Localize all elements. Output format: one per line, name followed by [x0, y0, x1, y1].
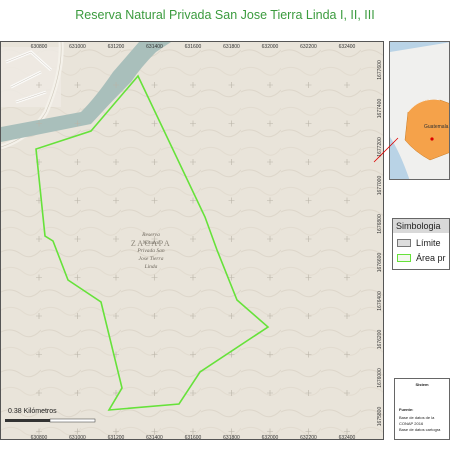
x-tick-label-top: 632200	[300, 44, 317, 50]
x-tick-label-bottom: 632400	[339, 435, 356, 440]
x-tick-label-bottom: 631200	[108, 435, 125, 440]
x-tick-label-top: 631000	[69, 44, 86, 50]
x-tick-label-top: 631400	[146, 44, 163, 50]
map-canvas: ZACAPA ReservaNaturalPrivada SanJose Tie…	[1, 42, 383, 440]
legend-label-limite: Límite	[416, 238, 441, 248]
legend-title: Simbologia	[393, 219, 449, 233]
x-tick-label-top: 632400	[339, 44, 356, 50]
inset-country-label: Guatemala	[424, 124, 449, 130]
legend-swatch-area	[397, 254, 411, 262]
sources-line-1: Base de datos de la	[399, 415, 435, 420]
x-tick-label-top: 631800	[223, 44, 240, 50]
y-tick-label-right: 1676200	[377, 330, 383, 350]
main-map[interactable]: ZACAPA Reserva Natural Privada San Jose Tie…	[0, 41, 384, 440]
x-tick-label-bottom: 631800	[223, 435, 240, 440]
x-tick-label-bottom: 631600	[185, 435, 202, 440]
location-marker	[430, 137, 434, 141]
x-tick-label-top: 631200	[108, 44, 125, 50]
y-tick-label-right: 1677600	[377, 60, 383, 80]
y-tick-label-right: 1676600	[377, 253, 383, 273]
y-tick-label-right: 1677000	[377, 176, 383, 196]
legend-item-limite: Límite	[397, 238, 441, 248]
x-tick-label-bottom: 632000	[262, 435, 279, 440]
sources-label: Fuente:	[399, 407, 414, 412]
legend: Simbologia Límite Área pr	[392, 218, 450, 270]
sources-line-2: CONAP 2016	[399, 421, 424, 426]
reserve-label-line: Linda	[144, 264, 158, 270]
x-tick-label-top: 632000	[262, 44, 279, 50]
sources-box: Sistem Fuente: Base de datos de la CONAP…	[394, 378, 450, 440]
x-tick-label-top: 630800	[31, 44, 48, 50]
x-tick-label-bottom: 630800	[31, 435, 48, 440]
y-tick-label-right: 1676800	[377, 214, 383, 234]
x-tick-label-bottom: 632200	[300, 435, 317, 440]
x-tick-label-top: 631600	[185, 44, 202, 50]
x-tick-label-bottom: 631400	[146, 435, 163, 440]
reserve-label-line: Privada San	[136, 248, 165, 254]
inset-leader-line	[373, 137, 399, 163]
map-title: Reserva Natural Privada San Jose Tierra …	[75, 8, 375, 22]
scale-label: 0.38 Kilómetros	[8, 408, 57, 415]
legend-swatch-limite	[397, 239, 411, 247]
reserve-label-line: Natural	[141, 240, 160, 246]
legend-label-area: Área pr	[416, 253, 446, 263]
y-tick-label-right: 1676400	[377, 291, 383, 311]
legend-item-area: Área pr	[397, 253, 446, 263]
y-tick-label-right: 1675800	[377, 407, 383, 427]
x-tick-label-bottom: 631000	[69, 435, 86, 440]
reserve-label-line: Jose Tierra	[139, 256, 164, 262]
y-tick-label-right: 1676000	[377, 368, 383, 388]
reserve-label-line: Reserva	[141, 232, 160, 238]
sources-heading: Sistem	[415, 382, 429, 387]
scale-bar	[5, 418, 96, 423]
sources-line-3: Base de datos cartogra	[399, 427, 441, 432]
